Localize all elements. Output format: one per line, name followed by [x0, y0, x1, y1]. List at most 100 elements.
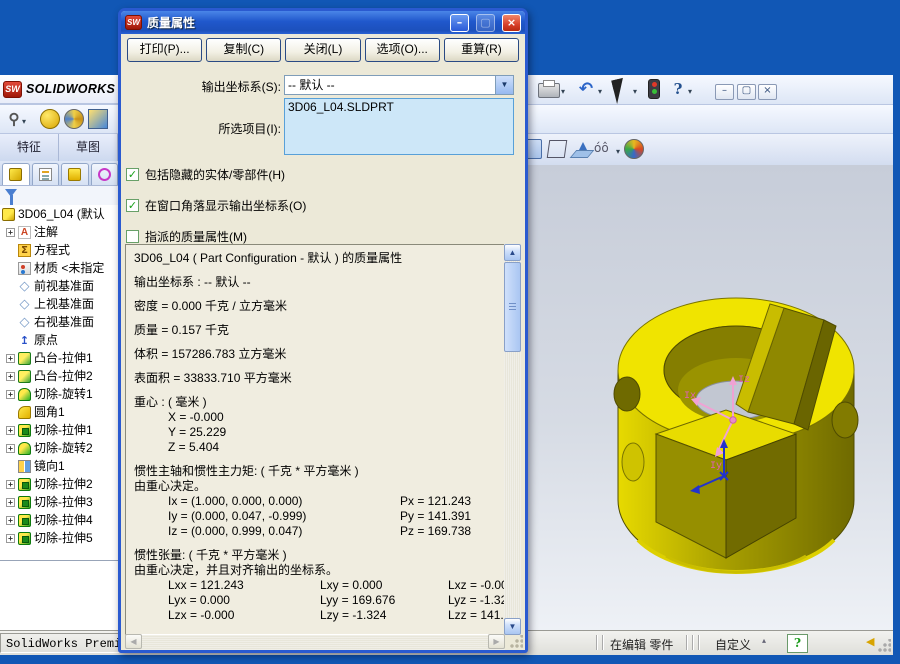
tools-dropdown-icon[interactable]: ▾	[22, 117, 26, 126]
expand-toggle-icon[interactable]	[6, 336, 15, 345]
report-principal-title: 惯性主轴和惯性主力矩: ( 千克 * 平方毫米 )	[134, 464, 498, 479]
option-row[interactable]: 指派的质量属性(M)	[126, 228, 247, 245]
dialog-titlebar[interactable]: SW 质量属性 – ▢ ×	[121, 11, 525, 34]
tree-item[interactable]: 原点	[0, 331, 118, 349]
tree-item[interactable]: 上视基准面	[0, 295, 118, 313]
custom-dropdown-icon[interactable]: ▴	[762, 636, 766, 645]
collapse-arrow-icon[interactable]: ◀	[866, 635, 874, 648]
expand-toggle-icon[interactable]: +	[6, 480, 15, 489]
expand-toggle-icon[interactable]	[6, 300, 15, 309]
app-close-button[interactable]: ×	[758, 84, 777, 100]
dialog-action-button[interactable]: 复制(C)	[206, 38, 281, 62]
tree-root-item[interactable]: 3D06_L04 (默认	[0, 205, 118, 223]
expand-toggle-icon[interactable]	[6, 408, 15, 417]
resize-grip-icon[interactable]	[877, 639, 891, 653]
expand-toggle-icon[interactable]: +	[6, 390, 15, 399]
app-minimize-button[interactable]: –	[715, 84, 734, 100]
scroll-thumb[interactable]	[504, 262, 521, 352]
part-3d-model[interactable]: Iz Ix Iy	[598, 252, 888, 582]
tree-item[interactable]: 方程式	[0, 241, 118, 259]
checkbox-icon[interactable]	[126, 199, 139, 212]
selected-item[interactable]: 3D06_L04.SLDPRT	[288, 100, 394, 114]
select-arrow-icon[interactable]	[611, 78, 628, 104]
command-tab[interactable]: 草图	[59, 134, 118, 161]
print-icon[interactable]	[538, 83, 560, 98]
tree-item[interactable]: + 切除-旋转2	[0, 439, 118, 457]
scroll-left-icon[interactable]: ◀	[125, 634, 142, 649]
selected-items-listbox[interactable]: 3D06_L04.SLDPRT	[284, 98, 514, 155]
dialog-action-button[interactable]: 打印(P)...	[127, 38, 202, 62]
tree-item[interactable]: 前视基准面	[0, 277, 118, 295]
tab-property-manager[interactable]	[32, 163, 60, 185]
status-help-icon[interactable]: ?	[787, 634, 808, 653]
option-row[interactable]: 在窗口角落显示输出坐标系(O)	[126, 197, 306, 214]
rebuild-traffic-light-icon[interactable]	[648, 79, 660, 99]
help-dropdown-icon[interactable]: ▾	[688, 87, 692, 96]
tree-item[interactable]: + 切除-拉伸3	[0, 493, 118, 511]
tree-item[interactable]: 圆角1	[0, 403, 118, 421]
measure-tape-icon[interactable]	[40, 109, 60, 129]
view-settings-icon[interactable]: óô	[594, 138, 614, 158]
option-row[interactable]: 包括隐藏的实体/零部件(H)	[126, 166, 285, 183]
expand-toggle-icon[interactable]	[6, 462, 15, 471]
scroll-right-icon[interactable]: ▶	[488, 634, 505, 649]
mass-properties-icon[interactable]	[64, 109, 84, 129]
tab-dimxpert[interactable]	[91, 163, 119, 185]
tree-item[interactable]: + 凸台-拉伸1	[0, 349, 118, 367]
dialog-minimize-button[interactable]: –	[450, 14, 469, 32]
status-custom-label[interactable]: 自定义	[715, 636, 751, 653]
view-settings-dropdown-icon[interactable]: ▾	[616, 147, 620, 156]
print-dropdown-icon[interactable]: ▾	[561, 87, 565, 96]
tree-item[interactable]: 材质 <未指定	[0, 259, 118, 277]
wireframe-view-icon[interactable]	[547, 140, 568, 158]
expand-toggle-icon[interactable]: +	[6, 426, 15, 435]
expand-toggle-icon[interactable]	[6, 246, 15, 255]
scroll-down-icon[interactable]: ▼	[504, 618, 521, 635]
report-vertical-scrollbar[interactable]: ▲ ▼	[504, 244, 521, 635]
expand-toggle-icon[interactable]	[6, 264, 15, 273]
tab-configuration-manager[interactable]	[61, 163, 89, 185]
checkbox-icon[interactable]	[126, 230, 139, 243]
tree-item[interactable]: + 切除-拉伸2	[0, 475, 118, 493]
expand-toggle-icon[interactable]: +	[6, 516, 15, 525]
app-maximize-button[interactable]: ▢	[737, 84, 756, 100]
tree-item[interactable]: + 注解	[0, 223, 118, 241]
chevron-down-icon[interactable]: ▼	[495, 76, 513, 94]
command-tab[interactable]: 特征	[0, 134, 59, 161]
undo-icon[interactable]: ↶	[576, 79, 596, 99]
expand-toggle-icon[interactable]: +	[6, 372, 15, 381]
dialog-action-button[interactable]: 关闭(L)	[285, 38, 360, 62]
expand-toggle-icon[interactable]: +	[6, 354, 15, 363]
coord-system-dropdown[interactable]: -- 默认 -- ▼	[284, 75, 514, 95]
tree-item[interactable]: 右视基准面	[0, 313, 118, 331]
checkbox-icon[interactable]	[126, 168, 139, 181]
help-icon[interactable]: ?	[668, 79, 688, 99]
filter-funnel-icon[interactable]	[5, 189, 17, 197]
expand-toggle-icon[interactable]: +	[6, 228, 15, 237]
dialog-resize-grip-icon[interactable]	[509, 635, 523, 649]
expand-toggle-icon[interactable]	[6, 318, 15, 327]
select-dropdown-icon[interactable]: ▾	[633, 87, 637, 96]
tab-feature-tree[interactable]	[2, 163, 30, 185]
expand-toggle-icon[interactable]: +	[6, 498, 15, 507]
expand-toggle-icon[interactable]: +	[6, 444, 15, 453]
report-horizontal-scrollbar[interactable]: ◀ ▶	[125, 635, 505, 650]
tree-item[interactable]: + 切除-旋转1	[0, 385, 118, 403]
tree-item[interactable]: 镜向1	[0, 457, 118, 475]
expand-toggle-icon[interactable]: +	[6, 534, 15, 543]
normal-to-icon[interactable]	[572, 140, 592, 160]
realview-icon[interactable]	[624, 139, 644, 159]
section-properties-icon[interactable]	[88, 109, 108, 129]
tree-item[interactable]: + 切除-拉伸1	[0, 421, 118, 439]
smart-dimension-icon[interactable]: ⚲	[4, 109, 24, 129]
expand-toggle-icon[interactable]	[6, 282, 15, 291]
dialog-close-button[interactable]: ×	[502, 14, 521, 32]
tree-item[interactable]: + 切除-拉伸4	[0, 511, 118, 529]
dialog-action-button[interactable]: 重算(R)	[444, 38, 519, 62]
scroll-up-icon[interactable]: ▲	[504, 244, 521, 261]
tree-item[interactable]: + 凸台-拉伸2	[0, 367, 118, 385]
undo-dropdown-icon[interactable]: ▾	[598, 87, 602, 96]
tree-item[interactable]: + 切除-拉伸5	[0, 529, 118, 547]
feature-icon	[18, 442, 31, 455]
dialog-action-button[interactable]: 选项(O)...	[365, 38, 440, 62]
